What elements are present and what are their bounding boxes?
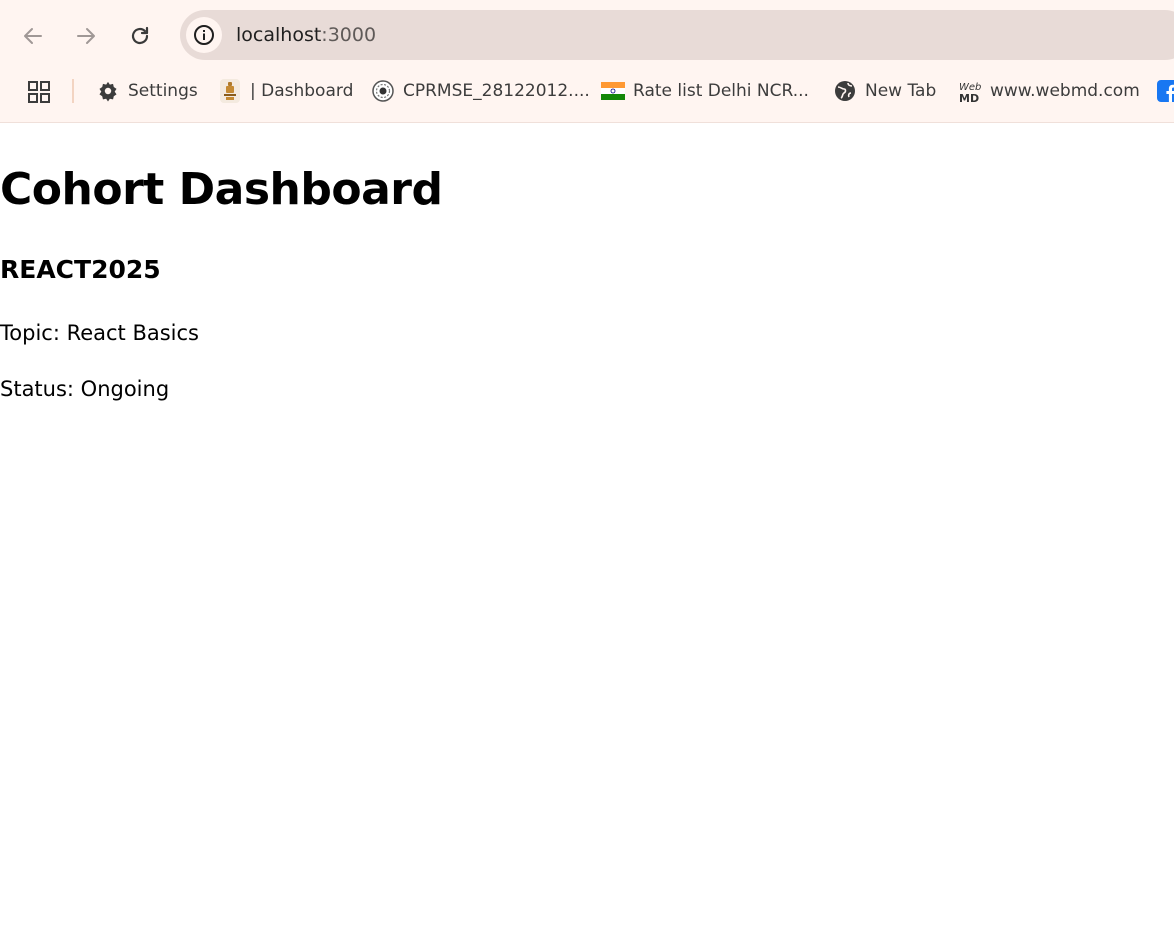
back-button[interactable] xyxy=(15,18,51,54)
bookmark-facebook[interactable] xyxy=(1156,72,1174,110)
bookmark-cprmse[interactable]: CPRMSE_28122012.... xyxy=(371,72,590,110)
seal-icon xyxy=(371,79,395,103)
bookmark-rate-list[interactable]: Rate list Delhi NCR... xyxy=(601,72,809,110)
page-title: Cohort Dashboard xyxy=(0,164,443,215)
url-host: localhost xyxy=(236,24,322,46)
bookmark-label: Rate list Delhi NCR... xyxy=(633,81,809,101)
bookmarks-divider xyxy=(72,79,74,103)
emblem-icon xyxy=(218,79,242,103)
bookmark-label: New Tab xyxy=(865,81,937,101)
gear-icon xyxy=(96,79,120,103)
bookmark-dashboard[interactable]: | Dashboard xyxy=(218,72,353,110)
url-text[interactable]: localhost:3000 xyxy=(236,23,376,47)
forward-button[interactable] xyxy=(68,18,104,54)
reload-icon xyxy=(131,26,149,45)
cohort-code: REACT2025 xyxy=(0,255,161,284)
apps-grid-icon[interactable] xyxy=(27,80,51,104)
reload-button[interactable] xyxy=(122,18,158,54)
back-arrow-icon xyxy=(24,28,42,44)
bookmark-label: www.webmd.com xyxy=(990,81,1140,101)
webmd-icon: Web MD xyxy=(958,79,982,103)
forward-arrow-icon xyxy=(77,28,95,44)
india-flag-icon xyxy=(601,79,625,103)
svg-text:MD: MD xyxy=(959,92,979,103)
bookmarks-bar: Settings | Dashboard CPRMSE_28122012....… xyxy=(0,72,1174,110)
site-info-button[interactable] xyxy=(186,17,222,53)
bookmark-settings[interactable]: Settings xyxy=(96,72,198,110)
facebook-icon xyxy=(1156,79,1174,103)
url-port: :3000 xyxy=(321,24,377,46)
globe-icon xyxy=(833,79,857,103)
browser-toolbar: localhost:3000 Settings | Dashboard CPRM… xyxy=(0,0,1174,123)
info-icon xyxy=(194,25,214,45)
bookmark-label: Settings xyxy=(128,81,198,101)
bookmark-label: | Dashboard xyxy=(250,81,354,101)
bookmark-new-tab[interactable]: New Tab xyxy=(833,72,936,110)
cohort-status: Status: Ongoing xyxy=(0,377,170,401)
cohort-topic: Topic: React Basics xyxy=(0,321,199,345)
address-bar[interactable]: localhost:3000 xyxy=(180,10,1174,60)
bookmark-label: CPRMSE_28122012.... xyxy=(403,81,590,101)
bookmark-webmd[interactable]: Web MD www.webmd.com xyxy=(958,72,1140,110)
